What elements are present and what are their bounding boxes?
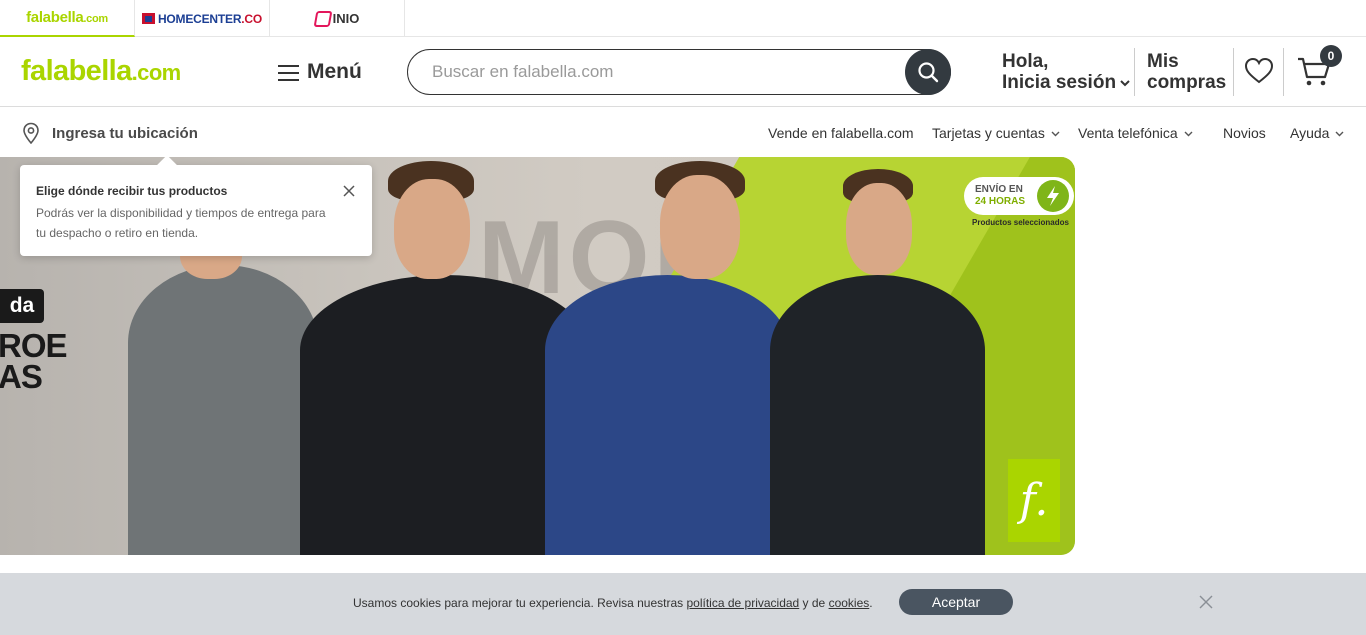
nav-link-vende[interactable]: Vende en falabella.com (768, 125, 914, 141)
chevron-down-icon (1051, 131, 1060, 136)
homecenter-tab-logo: HOMECENTER.CO (157, 11, 263, 26)
falabella-tab-logo: falabella.com (26, 9, 108, 26)
lightning-icon (1037, 180, 1069, 212)
chevron-down-icon (1120, 79, 1130, 86)
heart-icon (1244, 57, 1274, 84)
model-head (660, 175, 740, 279)
chevron-down-icon (1335, 131, 1344, 136)
brand-tabs-bar: falabella.com HOMECENTER.CO INIO (0, 0, 1366, 37)
location-label: Ingresa tu ubicación (52, 124, 198, 142)
my-orders-line1: Mis (1147, 51, 1179, 72)
header-divider (1283, 48, 1284, 96)
secondary-nav: Ingresa tu ubicación Vende en falabella.… (0, 108, 1366, 157)
privacy-policy-link[interactable]: política de privacidad (686, 596, 799, 610)
nav-link-venta-telefonica[interactable]: Venta telefónica (1078, 125, 1193, 141)
falabella-logo[interactable]: falabella.com (21, 55, 181, 88)
wishlist-button[interactable] (1244, 57, 1274, 90)
header-divider (1233, 48, 1234, 96)
chevron-down-icon (1184, 131, 1193, 136)
menu-label: Menú (307, 60, 362, 83)
accept-cookies-button[interactable]: Aceptar (899, 589, 1013, 615)
model-head (846, 183, 912, 275)
login-label: Inicia sesión (1002, 72, 1117, 93)
falabella-f-logo: f. (1008, 459, 1060, 542)
cookies-policy-link[interactable]: cookies (829, 596, 870, 610)
hero-headline: ROE AS (0, 327, 68, 395)
location-selector[interactable]: Ingresa tu ubicación (22, 122, 198, 144)
location-pin-icon (23, 122, 39, 144)
linio-mark-icon (313, 10, 333, 27)
login-button[interactable]: Hola, Inicia sesión (1002, 51, 1131, 93)
shipping-badge: ENVÍO EN 24 HORAS (964, 177, 1074, 215)
nav-link-novios[interactable]: Novios (1223, 125, 1266, 141)
search-box (407, 49, 951, 95)
search-button[interactable] (905, 49, 951, 95)
header-divider (1134, 48, 1135, 96)
tab-falabella[interactable]: falabella.com (0, 0, 135, 37)
login-greeting: Hola, (1002, 51, 1049, 72)
cookie-banner: Usamos cookies para mejorar tu experienc… (0, 573, 1366, 635)
homecenter-house-icon (141, 13, 155, 24)
model-puffer-jacket (770, 275, 985, 555)
tab-linio[interactable]: INIO (270, 0, 405, 37)
my-orders-line2: compras (1147, 72, 1227, 93)
tooltip-title: Elige dónde recibir tus productos (36, 184, 228, 198)
location-tooltip: Elige dónde recibir tus productos Podrás… (20, 165, 372, 256)
model-gray-jacket (128, 265, 318, 555)
linio-tab-logo: INIO (332, 11, 360, 26)
close-icon[interactable] (1199, 595, 1213, 609)
nav-link-ayuda[interactable]: Ayuda (1290, 125, 1344, 141)
model-head (394, 179, 470, 279)
hamburger-icon (278, 64, 299, 81)
search-input[interactable] (432, 60, 892, 84)
tab-homecenter[interactable]: HOMECENTER.CO (135, 0, 270, 37)
tooltip-body: Podrás ver la disponibilidad y tiempos d… (36, 206, 326, 240)
my-orders-button[interactable]: Mis compras (1147, 51, 1226, 93)
search-icon (918, 62, 939, 83)
main-header: falabella.com Menú Hola, Inicia sesión M… (0, 37, 1366, 107)
model-blue-shirt (545, 275, 790, 555)
close-icon[interactable] (342, 184, 356, 198)
hero-badge: da (0, 289, 44, 323)
cookie-message: Usamos cookies para mejorar tu experienc… (353, 596, 873, 610)
shipping-subtitle: Productos seleccionados (972, 218, 1069, 227)
menu-button[interactable]: Menú (278, 60, 362, 84)
cart-count-badge: 0 (1320, 45, 1342, 67)
nav-link-tarjetas[interactable]: Tarjetas y cuentas (932, 125, 1060, 141)
